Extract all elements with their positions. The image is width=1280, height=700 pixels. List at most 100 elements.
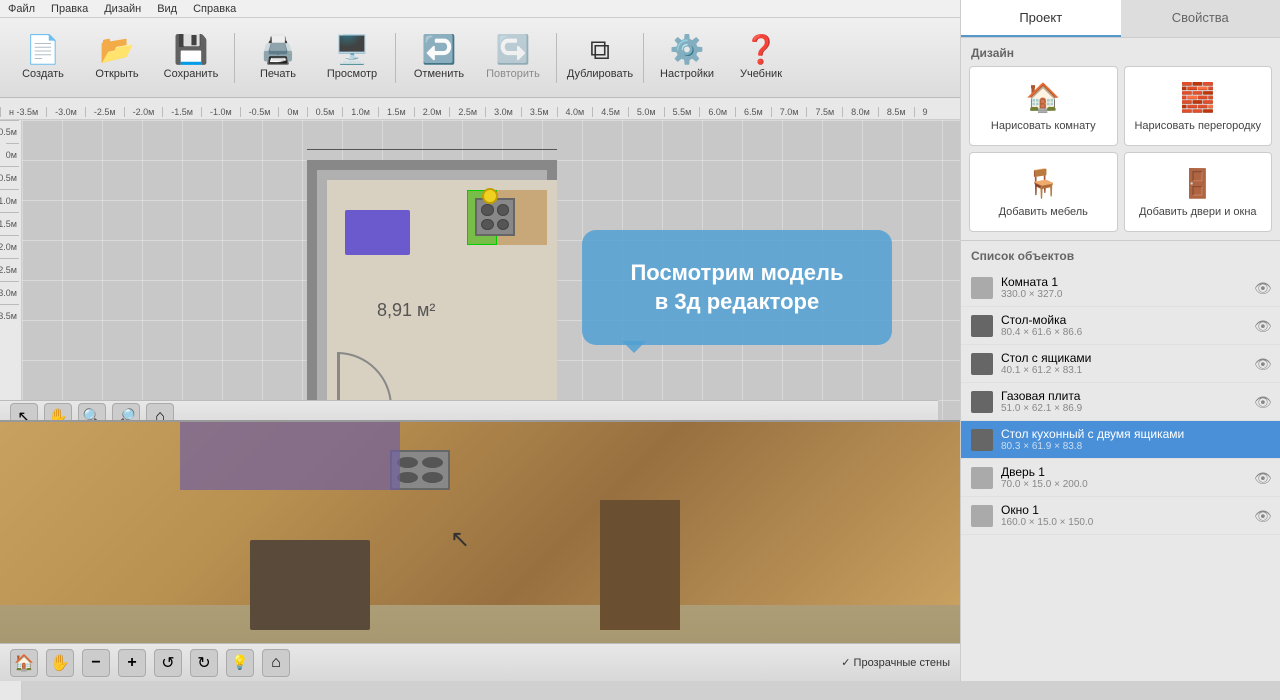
toolbar-3d: 🏠 ✋ − + ↺ ↻ 💡 ⌂ ✓ Прозрачные стены [0, 643, 960, 681]
rotate-left-button[interactable]: ↺ [154, 649, 182, 677]
add-doors-icon: 🚪 [1180, 167, 1215, 200]
preview-button[interactable]: 🖥️ Просмотр [317, 23, 387, 93]
sep2 [395, 33, 396, 83]
zoom-in-3d-button[interactable]: + [118, 649, 146, 677]
obj-sub-room1: 330.0 × 327.0 [1001, 289, 1246, 300]
obj-sub-window1: 160.0 × 15.0 × 150.0 [1001, 517, 1246, 528]
add-furniture-icon: 🪑 [1026, 167, 1061, 200]
obj-vis-kitchen-table[interactable]: 👁 [1254, 432, 1270, 448]
obj-vis-sink-table[interactable]: 👁 [1254, 318, 1270, 334]
obj-vis-table-drawers[interactable]: 👁 [1254, 356, 1270, 372]
object-item-room1[interactable]: Комната 1 330.0 × 327.0 👁 [961, 269, 1280, 307]
obj-name-gas-stove: Газовая плита [1001, 389, 1246, 403]
sep4 [643, 33, 644, 83]
tab-properties[interactable]: Свойства [1121, 0, 1280, 37]
print-label: Печать [260, 68, 296, 80]
preview-icon: 🖥️ [335, 36, 370, 64]
floor-3d: ↖ [0, 422, 960, 605]
duplicate-button[interactable]: ⧉ Дублировать [565, 23, 635, 93]
open-label: Открыть [95, 68, 138, 80]
obj-name-table-drawers: Стол с ящиками [1001, 351, 1246, 365]
redo-label: Повторить [486, 68, 540, 80]
room-area-label: 8,91 м² [377, 300, 435, 321]
3d-mode-button[interactable]: 🏠 [10, 649, 38, 677]
undo-button[interactable]: ↩️ Отменить [404, 23, 474, 93]
obj-icon-table-drawers [971, 353, 993, 375]
obj-icon-gas-stove [971, 391, 993, 413]
obj-vis-room1[interactable]: 👁 [1254, 280, 1270, 296]
light-button[interactable]: 💡 [226, 649, 254, 677]
obj-vis-door1[interactable]: 👁 [1254, 470, 1270, 486]
settings-icon: ⚙️ [670, 36, 705, 64]
duplicate-label: Дублировать [567, 68, 633, 80]
transparent-walls-toggle[interactable]: ✓ Прозрачные стены [841, 656, 950, 669]
zoom-out-3d-button[interactable]: − [82, 649, 110, 677]
obj-sub-gas-stove: 51.0 × 62.1 × 86.9 [1001, 403, 1246, 414]
draw-room-card[interactable]: 🏠 Нарисовать комнату [969, 66, 1118, 146]
home-3d-button[interactable]: ⌂ [262, 649, 290, 677]
furniture-3d-2 [600, 500, 680, 630]
new-button[interactable]: 📄 Создать [8, 23, 78, 93]
print-icon: 🖨️ [261, 36, 296, 64]
obj-sub-kitchen-table: 80.3 × 61.9 × 83.8 [1001, 441, 1246, 452]
save-label: Сохранить [164, 68, 219, 80]
yellow-handle[interactable] [482, 188, 498, 204]
obj-text-window1: Окно 1 160.0 × 15.0 × 150.0 [1001, 503, 1246, 528]
menu-edit[interactable]: Правка [51, 3, 88, 15]
settings-button[interactable]: ⚙️ Настройки [652, 23, 722, 93]
rotate-right-button[interactable]: ↻ [190, 649, 218, 677]
tab-project[interactable]: Проект [961, 0, 1121, 37]
obj-text-sink-table: Стол-мойка 80.4 × 61.6 × 86.6 [1001, 313, 1246, 338]
menu-help[interactable]: Справка [193, 3, 236, 15]
add-furniture-label: Добавить мебель [999, 206, 1088, 218]
obj-vis-gas-stove[interactable]: 👁 [1254, 394, 1270, 410]
save-button[interactable]: 💾 Сохранить [156, 23, 226, 93]
obj-name-door1: Дверь 1 [1001, 465, 1246, 479]
object-item-table-drawers[interactable]: Стол с ящиками 40.1 × 61.2 × 83.1 👁 [961, 345, 1280, 383]
new-icon: 📄 [26, 36, 61, 64]
add-doors-windows-card[interactable]: 🚪 Добавить двери и окна [1124, 152, 1273, 232]
menu-design[interactable]: Дизайн [104, 3, 141, 15]
help-icon: ❓ [744, 36, 779, 64]
burner-4 [497, 219, 510, 231]
print-button[interactable]: 🖨️ Печать [243, 23, 313, 93]
obj-icon-room1 [971, 277, 993, 299]
help-button[interactable]: ❓ Учебник [726, 23, 796, 93]
mouse-cursor: ↖ [450, 525, 470, 554]
obj-icon-window1 [971, 505, 993, 527]
canvas-2d[interactable]: 8,91 м² Посмотрим модельв 3д редакторе [22, 120, 960, 440]
door-arc [337, 352, 392, 407]
obj-text-kitchen-table: Стол кухонный с двумя ящиками 80.3 × 61.… [1001, 427, 1246, 452]
object-item-gas-stove[interactable]: Газовая плита 51.0 × 62.1 × 86.9 👁 [961, 383, 1280, 421]
new-label: Создать [22, 68, 64, 80]
settings-label: Настройки [660, 68, 714, 80]
obj-text-door1: Дверь 1 70.0 × 15.0 × 200.0 [1001, 465, 1246, 490]
canvas-3d[interactable]: ↖ [0, 422, 960, 643]
room-outer-walls: 8,91 м² [307, 160, 557, 425]
sep1 [234, 33, 235, 83]
object-item-sink-table[interactable]: Стол-мойка 80.4 × 61.6 × 86.6 👁 [961, 307, 1280, 345]
obj-vis-window1[interactable]: 👁 [1254, 508, 1270, 524]
draw-room-label: Нарисовать комнату [991, 120, 1096, 132]
menu-file[interactable]: Файл [8, 3, 35, 15]
undo-icon: ↩️ [422, 36, 457, 64]
add-furniture-card[interactable]: 🪑 Добавить мебель [969, 152, 1118, 232]
open-button[interactable]: 📂 Открыть [82, 23, 152, 93]
obj-text-table-drawers: Стол с ящиками 40.1 × 61.2 × 83.1 [1001, 351, 1246, 376]
obj-text-gas-stove: Газовая плита 51.0 × 62.1 × 86.9 [1001, 389, 1246, 414]
obj-sub-door1: 70.0 × 15.0 × 200.0 [1001, 479, 1246, 490]
object-item-window1[interactable]: Окно 1 160.0 × 15.0 × 150.0 👁 [961, 497, 1280, 535]
draw-partition-card[interactable]: 🧱 Нарисовать перегородку [1124, 66, 1273, 146]
obj-name-room1: Комната 1 [1001, 275, 1246, 289]
transparent-walls-label: ✓ Прозрачные стены [841, 656, 950, 669]
pan-3d-button[interactable]: ✋ [46, 649, 74, 677]
obj-icon-kitchen-table [971, 429, 993, 451]
object-item-door1[interactable]: Дверь 1 70.0 × 15.0 × 200.0 👁 [961, 459, 1280, 497]
objects-section-title: Список объектов [961, 241, 1280, 269]
duplicate-icon: ⧉ [590, 36, 610, 64]
burner-2 [497, 204, 510, 216]
redo-button[interactable]: ↪️ Повторить [478, 23, 548, 93]
obj-name-sink-table: Стол-мойка [1001, 313, 1246, 327]
object-item-kitchen-table[interactable]: Стол кухонный с двумя ящиками 80.3 × 61.… [961, 421, 1280, 459]
menu-view[interactable]: Вид [157, 3, 177, 15]
